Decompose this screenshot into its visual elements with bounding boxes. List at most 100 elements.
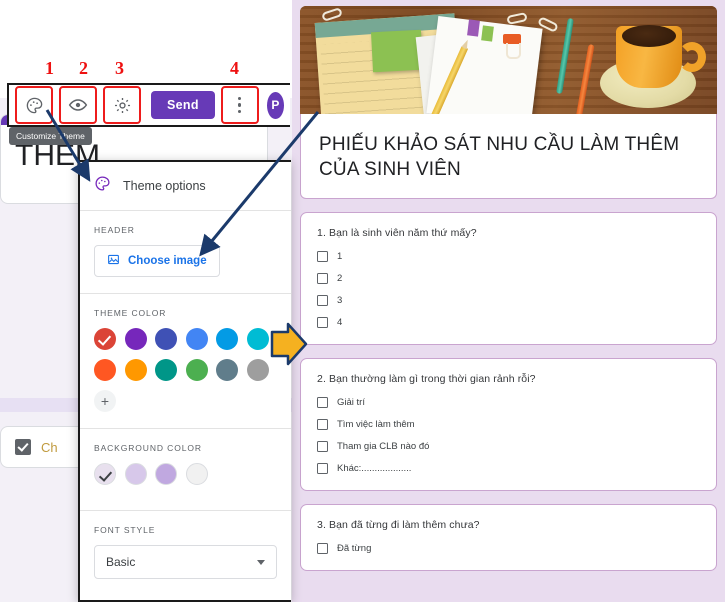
font-style-section: FONT STYLE Basic [80,511,291,595]
coffee-surface [622,25,676,47]
form-title: PHIẾU KHẢO SÁT NHU CẦU LÀM THÊM CỦA SINH… [319,134,680,181]
font-style-label: FONT STYLE [94,525,156,535]
font-style-select[interactable]: Basic [94,545,277,579]
theme-swatch[interactable] [155,328,177,350]
checkbox-icon[interactable] [317,273,328,285]
checkbox-icon[interactable] [317,441,328,453]
option-row[interactable]: Đã từng [317,543,700,555]
theme-color-section: THEME COLOR + [80,294,291,428]
checkbox-icon[interactable] [317,295,328,307]
option-label: 4 [337,317,343,329]
option-row[interactable]: 1 [317,251,700,263]
question-card-3[interactable]: 3. Bạn đã từng đi làm thêm chưa? Đã từng [300,504,717,572]
font-style-value: Basic [106,555,136,569]
checkbox-icon[interactable] [317,317,328,329]
question-text: 3. Bạn đã từng đi làm thêm chưa? [317,519,480,532]
green-tab-icon [481,25,494,42]
choose-image-button[interactable]: Choose image [94,245,220,277]
option-row[interactable]: Tìm việc làm thêm [317,419,700,431]
option-row[interactable]: Khác:................... [317,463,700,475]
option-label: Khác:................... [337,463,412,475]
chevron-down-icon [257,559,265,565]
question-text: 1. Bạn là sinh viên năm thứ mấy? [317,227,477,240]
option-row[interactable]: 4 [317,317,700,329]
option-label: 1 [337,251,343,263]
header-section-label: HEADER [94,225,135,235]
annotation-number-4: 4 [230,58,239,78]
background-swatch[interactable] [185,463,208,485]
choose-image-label: Choose image [128,255,207,267]
option-row[interactable]: 2 [317,273,700,285]
theme-swatch[interactable] [246,328,269,350]
binder-clip-icon [503,34,521,59]
theme-swatch[interactable] [216,359,238,381]
option-label: 3 [337,295,343,307]
customize-theme-button[interactable] [18,89,50,121]
checkbox-icon[interactable] [317,397,328,409]
question-card-1[interactable]: 1. Bạn là sinh viên năm thứ mấy? 1 2 3 4 [300,212,717,346]
customize-theme-tooltip: Customize Theme [9,127,92,145]
question-card-2[interactable]: 2. Bạn thường làm gì trong thời gian rản… [300,358,717,492]
theme-color-label: THEME COLOR [94,308,167,318]
theme-swatch[interactable] [94,328,116,350]
option-row[interactable]: Tham gia CLB nào đó [317,441,700,453]
annotation-number-3: 3 [115,58,124,78]
option-label: Tìm việc làm thêm [337,419,415,431]
checkbox-icon[interactable] [317,419,328,431]
option-label: Giải trí [337,397,365,409]
annotation-number-1: 1 [45,58,54,78]
option-row[interactable]: Giải trí [317,397,700,409]
form-toolbar: Send P [7,83,290,127]
highlight-box-3 [103,86,141,124]
settings-button[interactable] [106,89,138,121]
background-swatch[interactable] [124,463,147,485]
send-button[interactable]: Send [151,91,215,119]
popup-title: Theme options [123,179,206,193]
three-dot-menu-icon [238,96,242,114]
theme-swatch[interactable] [185,328,208,350]
theme-swatch[interactable] [246,359,269,381]
add-custom-color-button[interactable]: + [94,390,116,412]
highlight-box-1 [15,86,53,124]
editor-option-label: Ch [41,439,58,455]
background-swatch[interactable] [94,463,116,485]
theme-color-row-1 [94,328,277,350]
theme-swatch[interactable] [155,359,177,381]
form-preview-panel: PHIẾU KHẢO SÁT NHU CẦU LÀM THÊM CỦA SINH… [292,0,725,602]
cup-handle [678,42,706,72]
theme-color-row-2 [94,359,277,381]
annotation-number-2: 2 [79,58,88,78]
background-color-label: BACKGROUND COLOR [94,443,202,453]
option-label: Đã từng [337,543,372,555]
option-row[interactable]: 3 [317,295,700,307]
popup-header: Theme options [80,162,291,210]
checkbox-icon[interactable] [317,251,328,263]
background-swatch[interactable] [155,463,177,485]
screenshot-root: PHIẾU KHẢO SÁT NHU CẦU LÀM THÊM CỦA SINH… [0,0,725,602]
checkbox-icon[interactable] [317,543,328,555]
option-label: 2 [337,273,343,285]
preview-button[interactable] [62,89,94,121]
theme-swatch[interactable] [216,328,238,350]
header-section: HEADER Choose image [80,211,291,293]
highlight-box-2 [59,86,97,124]
highlight-box-4 [220,86,259,124]
sticky-note-illustration [370,29,424,73]
more-options-button[interactable] [224,89,256,121]
purple-tab-icon [467,19,480,37]
image-icon [107,253,120,269]
theme-swatch[interactable] [124,359,147,381]
theme-swatch[interactable] [124,328,147,350]
theme-swatch[interactable] [185,359,208,381]
theme-options-popup: Theme options HEADER Choose image THEME … [78,160,291,602]
avatar[interactable]: P [266,91,284,119]
question-text: 2. Bạn thường làm gì trong thời gian rản… [317,373,536,386]
checkbox-checked-icon[interactable] [15,439,31,455]
option-label: Tham gia CLB nào đó [337,441,430,453]
theme-swatch[interactable] [94,359,116,381]
background-color-row [94,463,277,485]
form-title-card[interactable]: PHIẾU KHẢO SÁT NHU CẦU LÀM THÊM CỦA SINH… [300,114,717,200]
form-header-image[interactable] [300,6,717,114]
palette-icon [94,175,111,197]
checkbox-icon[interactable] [317,463,328,475]
